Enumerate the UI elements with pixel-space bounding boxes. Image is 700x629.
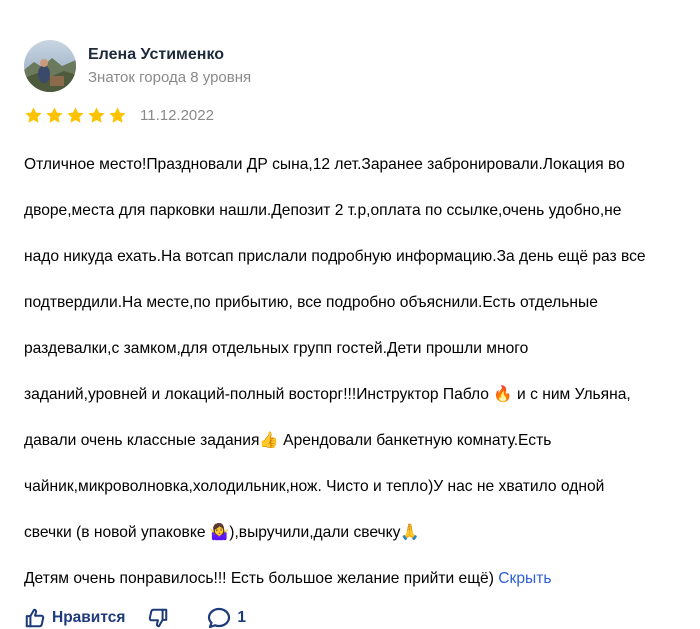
review-card: Елена Устименко Знаток города 8 уровня 1… <box>24 40 684 629</box>
review-text-line: дворе,места для парковки нашли.Депозит 2… <box>24 202 622 219</box>
review-text-line: подтвердили.На месте,по прибытию, все по… <box>24 294 598 311</box>
author-name[interactable]: Елена Устименко <box>88 45 251 65</box>
review-text-line: Отличное место!Праздновали ДР сына,12 ле… <box>24 156 625 173</box>
thumbs-up-icon <box>24 607 46 629</box>
review-text-line: заданий,уровней и локаций-полный восторг… <box>24 386 631 403</box>
comment-count: 1 <box>237 609 247 626</box>
star-icon <box>45 106 64 125</box>
review-header: Елена Устименко Знаток города 8 уровня <box>24 40 684 92</box>
review-text-line: раздевалки,с замком,для отдельных групп … <box>24 340 529 357</box>
review-text-line: чайник,микроволновка,холодильник,нож. Чи… <box>24 478 605 495</box>
review-actions: Нравится 1 <box>24 607 684 629</box>
review-meta: 11.12.2022 <box>24 103 684 127</box>
like-label: Нравится <box>52 609 126 626</box>
star-icon <box>108 106 127 125</box>
star-icon <box>66 106 85 125</box>
review-text-line: Детям очень понравилось!!! Есть большое … <box>24 570 494 587</box>
comment-button[interactable]: 1 <box>207 607 246 629</box>
author-level: Знаток города 8 уровня <box>88 68 252 86</box>
review-date: 11.12.2022 <box>140 106 214 124</box>
star-icon <box>87 106 106 125</box>
like-button[interactable]: Нравится <box>24 607 125 629</box>
thumbs-down-icon <box>147 607 169 629</box>
review-text-line: давали очень классные задания👍 Арендовал… <box>24 432 552 449</box>
author-info: Елена Устименко Знаток города 8 уровня <box>88 45 251 88</box>
avatar[interactable] <box>24 40 76 92</box>
review-text-line: свечки (в новой упаковке 🤷‍♀️),выручили,… <box>24 524 420 541</box>
avatar-image <box>24 40 76 92</box>
review-text: Отличное место!Праздновали ДР сына,12 ле… <box>24 130 684 590</box>
rating-stars <box>24 106 129 125</box>
dislike-button[interactable] <box>147 607 169 629</box>
star-icon <box>24 106 43 125</box>
review-text-line: надо никуда ехать.На вотсап прислали под… <box>24 248 646 265</box>
collapse-link[interactable]: Скрыть <box>498 570 551 587</box>
comment-icon <box>207 607 231 629</box>
